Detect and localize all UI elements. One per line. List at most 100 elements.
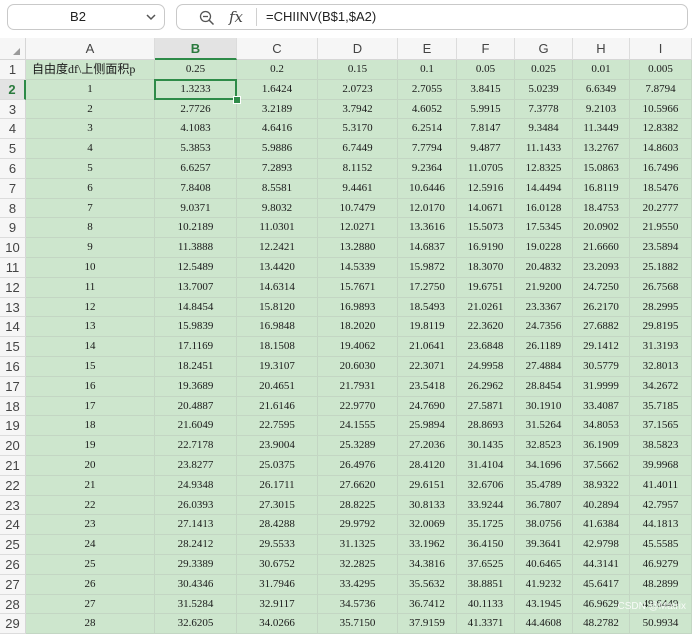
cell-h18[interactable]: 33.4087	[573, 396, 630, 417]
cell-i26[interactable]: 46.9279	[630, 555, 692, 575]
cell-h19[interactable]: 34.8053	[573, 416, 630, 437]
row-header-22[interactable]: 22	[0, 475, 26, 496]
cell-c16[interactable]: 19.3107	[237, 357, 318, 377]
row-header-12[interactable]: 12	[0, 277, 26, 298]
row-header-25[interactable]: 25	[0, 535, 26, 555]
row-header-27[interactable]: 27	[0, 574, 26, 595]
cell-h8[interactable]: 18.4753	[573, 198, 630, 219]
cell-a22[interactable]: 21	[26, 475, 155, 496]
cell-d19[interactable]: 24.1555	[318, 416, 398, 437]
row-header-19[interactable]: 19	[0, 416, 26, 437]
cell-d18[interactable]: 22.9770	[318, 396, 398, 417]
cell-c28[interactable]: 32.9117	[237, 594, 318, 615]
cell-f3[interactable]: 5.9915	[457, 99, 515, 120]
cell-g20[interactable]: 32.8523	[515, 436, 573, 456]
cell-g26[interactable]: 40.6465	[515, 555, 573, 575]
cell-c13[interactable]: 15.8120	[237, 297, 318, 318]
cell-e21[interactable]: 28.4120	[398, 456, 457, 476]
cell-e28[interactable]: 36.7412	[398, 594, 457, 615]
cell-d8[interactable]: 10.7479	[318, 198, 398, 219]
row-header-13[interactable]: 13	[0, 297, 26, 318]
cell-b16[interactable]: 18.2451	[155, 357, 237, 377]
cell-d20[interactable]: 25.3289	[318, 436, 398, 456]
cell-a29[interactable]: 28	[26, 614, 155, 634]
cell-e22[interactable]: 29.6151	[398, 475, 457, 496]
cell-c22[interactable]: 26.1711	[237, 475, 318, 496]
cell-a3[interactable]: 2	[26, 99, 155, 120]
cell-d7[interactable]: 9.4461	[318, 178, 398, 199]
cell-b23[interactable]: 26.0393	[155, 495, 237, 516]
cell-e17[interactable]: 23.5418	[398, 376, 457, 397]
row-header-29[interactable]: 29	[0, 614, 26, 634]
select-all-corner[interactable]	[0, 38, 26, 60]
cell-g15[interactable]: 26.1189	[515, 337, 573, 357]
row-header-28[interactable]: 28	[0, 594, 26, 615]
cell-f18[interactable]: 27.5871	[457, 396, 515, 417]
cell-f23[interactable]: 33.9244	[457, 495, 515, 516]
cell-i11[interactable]: 25.1882	[630, 258, 692, 278]
cell-c20[interactable]: 23.9004	[237, 436, 318, 456]
cell-g16[interactable]: 27.4884	[515, 357, 573, 377]
cell-i7[interactable]: 18.5476	[630, 178, 692, 199]
cell-g7[interactable]: 14.4494	[515, 178, 573, 199]
cell-a16[interactable]: 15	[26, 357, 155, 377]
cell-c8[interactable]: 9.8032	[237, 198, 318, 219]
cell-c24[interactable]: 28.4288	[237, 515, 318, 536]
row-header-2[interactable]: 2	[0, 79, 26, 100]
cell-f11[interactable]: 18.3070	[457, 258, 515, 278]
row-header-7[interactable]: 7	[0, 178, 26, 199]
cell-e26[interactable]: 34.3816	[398, 555, 457, 575]
cell-i23[interactable]: 42.7957	[630, 495, 692, 516]
cell-e6[interactable]: 9.2364	[398, 159, 457, 179]
cell-c10[interactable]: 12.2421	[237, 238, 318, 258]
cell-i20[interactable]: 38.5823	[630, 436, 692, 456]
cell-g19[interactable]: 31.5264	[515, 416, 573, 437]
fx-icon[interactable]: fx	[229, 7, 243, 27]
cell-g11[interactable]: 20.4832	[515, 258, 573, 278]
column-header-e[interactable]: E	[398, 38, 457, 60]
row-header-14[interactable]: 14	[0, 317, 26, 338]
cell-h6[interactable]: 15.0863	[573, 159, 630, 179]
cell-h9[interactable]: 20.0902	[573, 218, 630, 239]
cell-i10[interactable]: 23.5894	[630, 238, 692, 258]
cell-g28[interactable]: 43.1945	[515, 594, 573, 615]
cell-h17[interactable]: 31.9999	[573, 376, 630, 397]
cell-a7[interactable]: 6	[26, 178, 155, 199]
cell-c29[interactable]: 34.0266	[237, 614, 318, 634]
fill-handle[interactable]	[233, 95, 241, 104]
cell-c26[interactable]: 30.6752	[237, 555, 318, 575]
cell-d17[interactable]: 21.7931	[318, 376, 398, 397]
cell-e18[interactable]: 24.7690	[398, 396, 457, 417]
cell-h22[interactable]: 38.9322	[573, 475, 630, 496]
cell-d22[interactable]: 27.6620	[318, 475, 398, 496]
spreadsheet-grid[interactable]: A B C D E F G H I 1 自由度df\上侧面积p 0.25 0.2 0.15 0.1 0.05 0…	[0, 38, 692, 634]
cell-g1[interactable]: 0.025	[515, 60, 573, 80]
cell-e10[interactable]: 14.6837	[398, 238, 457, 258]
cell-g25[interactable]: 39.3641	[515, 535, 573, 555]
cell-f5[interactable]: 9.4877	[457, 139, 515, 159]
cell-g24[interactable]: 38.0756	[515, 515, 573, 536]
cell-i18[interactable]: 35.7185	[630, 396, 692, 417]
cell-h10[interactable]: 21.6660	[573, 238, 630, 258]
cell-h13[interactable]: 26.2170	[573, 297, 630, 318]
cell-d5[interactable]: 6.7449	[318, 139, 398, 159]
row-header-6[interactable]: 6	[0, 159, 26, 179]
cell-c19[interactable]: 22.7595	[237, 416, 318, 437]
cell-i27[interactable]: 48.2899	[630, 574, 692, 595]
cell-h3[interactable]: 9.2103	[573, 99, 630, 120]
cell-a5[interactable]: 4	[26, 139, 155, 159]
cell-d10[interactable]: 13.2880	[318, 238, 398, 258]
cell-b6[interactable]: 6.6257	[155, 159, 237, 179]
cell-c27[interactable]: 31.7946	[237, 574, 318, 595]
cell-b9[interactable]: 10.2189	[155, 218, 237, 239]
column-header-g[interactable]: G	[515, 38, 573, 60]
cell-d16[interactable]: 20.6030	[318, 357, 398, 377]
cell-e20[interactable]: 27.2036	[398, 436, 457, 456]
cell-g9[interactable]: 17.5345	[515, 218, 573, 239]
cell-d12[interactable]: 15.7671	[318, 277, 398, 298]
cell-c4[interactable]: 4.6416	[237, 119, 318, 140]
cell-e4[interactable]: 6.2514	[398, 119, 457, 140]
cell-b19[interactable]: 21.6049	[155, 416, 237, 437]
cell-c14[interactable]: 16.9848	[237, 317, 318, 338]
cell-h5[interactable]: 13.2767	[573, 139, 630, 159]
